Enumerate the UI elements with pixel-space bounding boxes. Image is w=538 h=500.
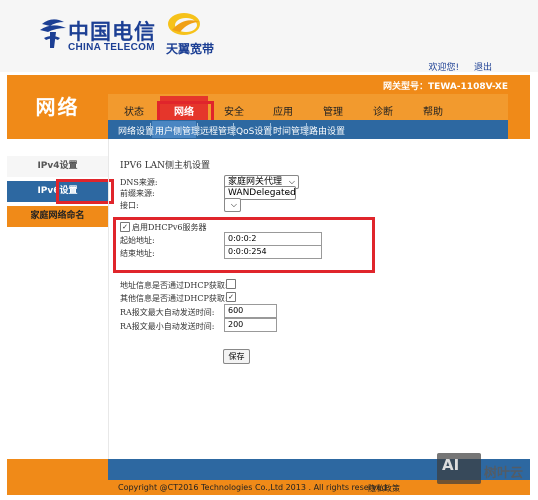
telecom-emblem-icon [40, 19, 66, 48]
sidebar-item-family-network[interactable]: 家庭网络命名 [7, 206, 108, 227]
copyright-text: Copyright @CT2016 Technologies Co.,Ltd 2… [118, 483, 390, 492]
top-links: 欢迎您! 退出 [417, 60, 493, 73]
nav-status[interactable]: 状态 [114, 94, 154, 120]
section-title: 网络 [7, 75, 108, 139]
nav-help[interactable]: 帮助 [413, 94, 453, 120]
addr-dhcp-label: 地址信息是否通过DHCP获取: [120, 281, 228, 290]
nav-apps[interactable]: 应用 [263, 94, 303, 120]
dns-source-label: DNS来源: [120, 178, 158, 187]
right-orange-strip [508, 75, 530, 139]
ra-max-label: RA报文最大自动发送时间: [120, 308, 215, 317]
subnav-remote[interactable]: 远程管理 [200, 124, 236, 137]
other-dhcp-checkbox[interactable]: ✓ [226, 292, 236, 302]
privacy-link[interactable]: 隐私政策 [368, 483, 400, 494]
content-divider [108, 139, 109, 459]
sidebar-item-ipv4[interactable]: IPv4设置 [7, 156, 108, 177]
nav-manage[interactable]: 管理 [313, 94, 353, 120]
subnav-sep [306, 123, 307, 136]
subnav-sep [150, 123, 151, 136]
subnav-time[interactable]: 时间管理 [273, 124, 309, 137]
tianyi-logo: 天翼宽带 [162, 10, 214, 56]
subnav-user-side[interactable]: 用户侧管理 [155, 124, 200, 137]
chevron-down-icon: ⌵ [285, 188, 292, 197]
watermark-ai: AI [442, 456, 460, 474]
ra-max-input[interactable]: 600 [224, 304, 277, 318]
subnav-sep [233, 123, 234, 136]
ra-min-label: RA报文最小自动发送时间: [120, 322, 215, 331]
nav-security[interactable]: 安全 [214, 94, 254, 120]
nav-diagnose[interactable]: 诊断 [363, 94, 403, 120]
footer-left-block [7, 459, 108, 480]
interface-label: 接口: [120, 201, 139, 210]
save-button[interactable]: 保存 [223, 349, 250, 364]
page-title: IPV6 LAN侧主机设置 [120, 161, 211, 171]
welcome-link[interactable]: 欢迎您! [429, 63, 460, 73]
prefix-source-label: 前缀来源: [120, 189, 155, 198]
sidebar-highlight-box [56, 179, 114, 204]
tianyi-label: 天翼宽带 [166, 42, 215, 56]
dhcp-highlight-box [113, 217, 375, 273]
subnav-sep [197, 123, 198, 136]
subnav-routing[interactable]: 路由设置 [309, 124, 345, 137]
china-telecom-logo: 中国电信 CHINA TELECOM [38, 14, 155, 54]
logout-link[interactable]: 退出 [474, 63, 492, 73]
addr-dhcp-checkbox[interactable] [226, 279, 236, 289]
gateway-model: 网关型号：TEWA-1108V-XE [383, 82, 508, 92]
tianyi-swirl-icon [168, 13, 200, 35]
other-dhcp-label: 其他信息是否通过DHCP获取: [120, 294, 228, 303]
ra-min-input[interactable]: 200 [224, 318, 277, 332]
subnav-qos[interactable]: QoS设置 [236, 124, 272, 137]
subnav-sep [270, 123, 271, 136]
subnav-network-settings[interactable]: 网络设置 [118, 124, 154, 137]
interface-select[interactable]: ⌵ [224, 198, 241, 212]
watermark-text: 树叶云 [484, 466, 524, 481]
brand-en: CHINA TELECOM [68, 42, 155, 53]
chevron-down-icon: ⌵ [230, 200, 237, 209]
